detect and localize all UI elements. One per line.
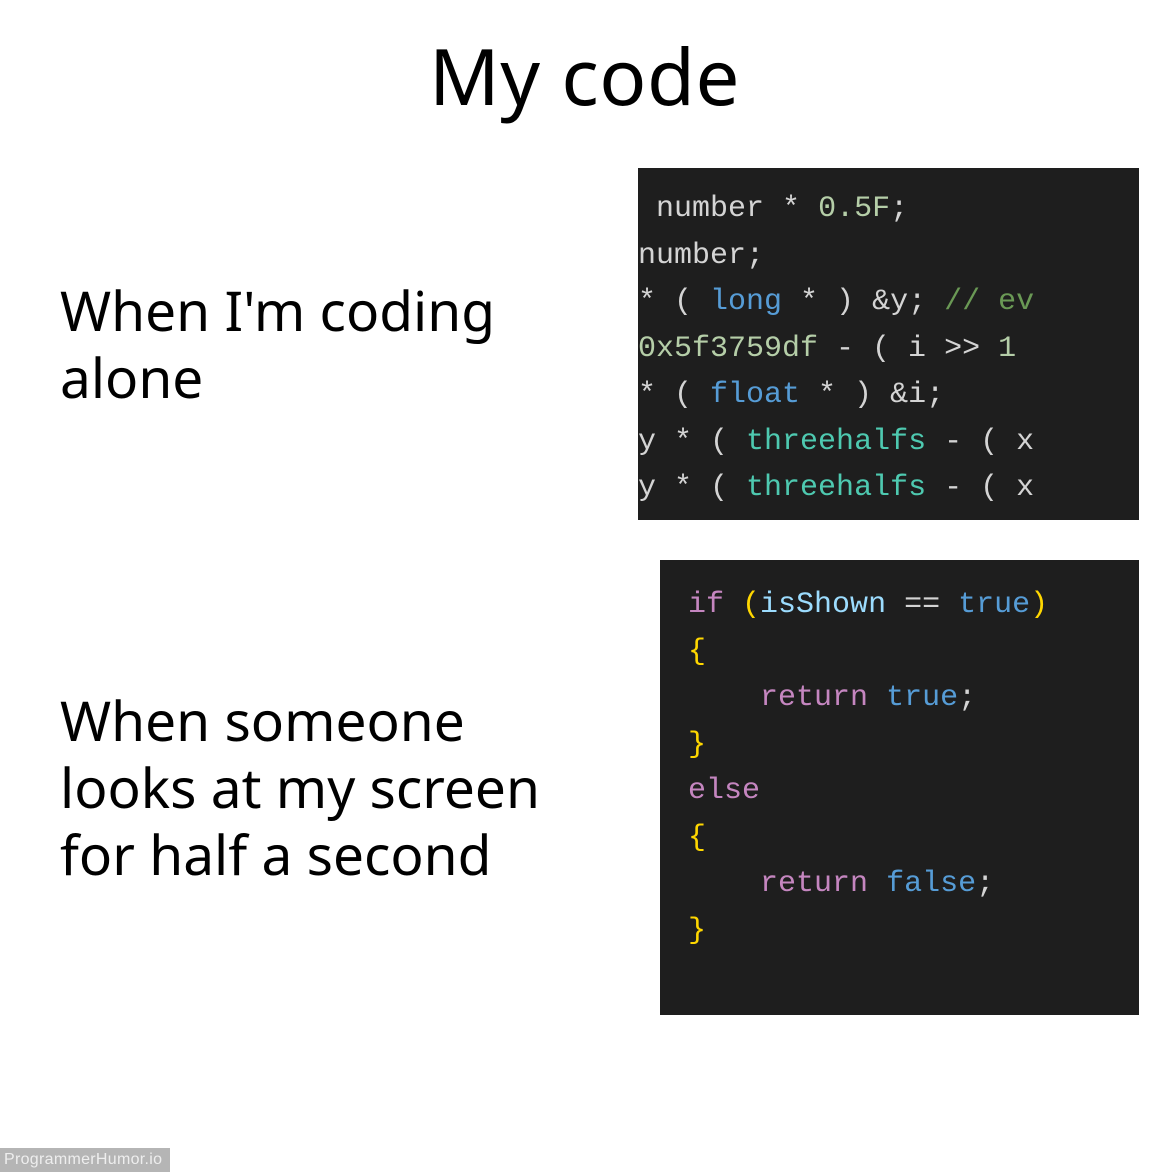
code-token: - ( x	[926, 425, 1034, 459]
code-token	[868, 681, 886, 715]
code-token	[688, 867, 760, 901]
code-token: number	[638, 192, 782, 226]
code-token	[688, 681, 760, 715]
code-token: float	[710, 378, 800, 412]
code-token: ;	[908, 285, 944, 319]
meme-row-watched: When someone looks at my screen for half…	[0, 560, 1169, 1015]
code-token: (	[656, 285, 710, 319]
code-token	[868, 867, 886, 901]
code-token: ;	[746, 239, 764, 273]
code-token: ;	[890, 192, 908, 226]
code-token	[724, 588, 742, 622]
code-token: (	[742, 588, 760, 622]
code-token: &	[890, 378, 908, 412]
code-token: }	[688, 914, 706, 948]
code-token: ;	[976, 867, 994, 901]
code-token: number	[638, 239, 746, 273]
code-token: 0.5F	[818, 192, 890, 226]
code-token: return	[760, 681, 868, 715]
code-token: ;	[926, 378, 944, 412]
code-token: y	[890, 285, 908, 319]
code-token: y	[638, 471, 674, 505]
code-token: false	[886, 867, 976, 901]
code-token: ==	[886, 588, 958, 622]
code-token: 1	[998, 332, 1016, 366]
code-token	[800, 192, 818, 226]
watermark: ProgrammerHumor.io	[0, 1148, 170, 1172]
code-token: * )	[800, 378, 890, 412]
code-token: )	[1030, 588, 1048, 622]
code-token: (	[692, 471, 746, 505]
code-token: }	[688, 728, 706, 762]
code-token: &	[872, 285, 890, 319]
code-token: {	[688, 821, 706, 855]
code-token: else	[688, 774, 760, 808]
code-token: threehalfs	[746, 471, 926, 505]
code-token	[980, 332, 998, 366]
code-token: isShown	[760, 588, 886, 622]
code-token: return	[760, 867, 868, 901]
caption-watched: When someone looks at my screen for half…	[60, 687, 600, 888]
code-token: >>	[944, 332, 980, 366]
meme-row-alone: When I'm coding alone number * 0.5F; num…	[0, 168, 1169, 520]
code-token: ;	[958, 681, 976, 715]
code-token: i	[908, 378, 926, 412]
code-token: (	[656, 378, 710, 412]
code-token: threehalfs	[746, 425, 926, 459]
code-token: *	[782, 192, 800, 226]
code-block-alone: number * 0.5F; number; * ( long * ) &y; …	[638, 168, 1139, 520]
code-token: 0x5f3759df	[638, 332, 818, 366]
code-token: *	[674, 471, 692, 505]
code-token: true	[958, 588, 1030, 622]
code-token: *	[638, 378, 656, 412]
meme-title: My code	[0, 22, 1169, 128]
code-block-watched: if (isShown == true) { return true; } el…	[660, 560, 1139, 1015]
code-token: y	[638, 425, 674, 459]
code-token: if	[688, 588, 724, 622]
code-token: (	[692, 425, 746, 459]
code-token: - ( x	[926, 471, 1034, 505]
code-token: // ev	[944, 285, 1034, 319]
code-token: long	[710, 285, 782, 319]
code-token: *	[674, 425, 692, 459]
caption-alone: When I'm coding alone	[60, 277, 600, 411]
code-token: *	[638, 285, 656, 319]
code-token: * )	[782, 285, 872, 319]
code-token: true	[886, 681, 958, 715]
code-token: {	[688, 635, 706, 669]
code-token: - ( i	[818, 332, 944, 366]
